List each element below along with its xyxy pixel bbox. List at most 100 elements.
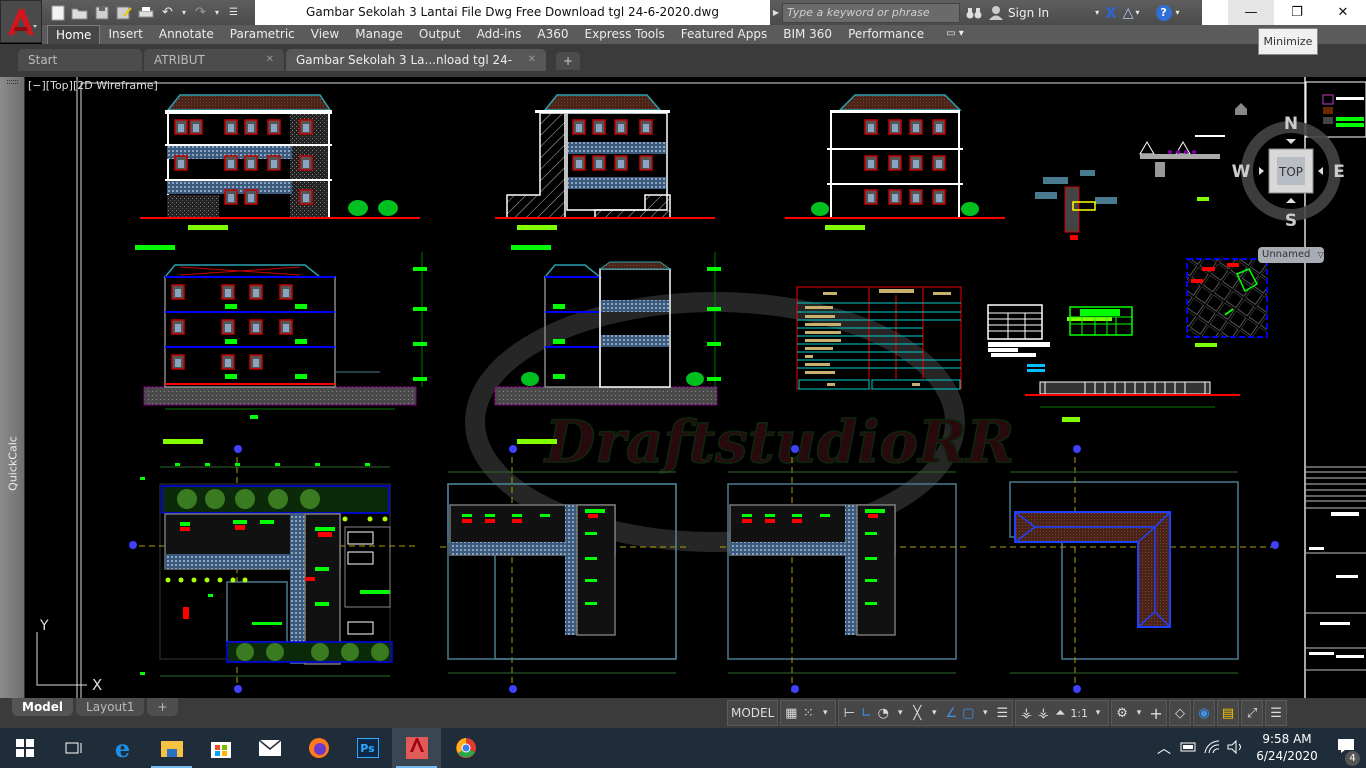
search-input[interactable] bbox=[782, 2, 960, 23]
annotation-monitor-icon[interactable]: + bbox=[1149, 703, 1163, 723]
help-icon[interactable]: ? bbox=[1155, 4, 1172, 21]
snap-dropdown-icon[interactable]: ▾ bbox=[818, 703, 832, 723]
customize-qat-icon[interactable]: ☰ bbox=[224, 3, 243, 22]
tab-insert[interactable]: Insert bbox=[100, 25, 150, 44]
photoshop-app[interactable]: Ps bbox=[343, 728, 392, 768]
minimize-button[interactable]: — bbox=[1228, 0, 1274, 25]
open-icon[interactable] bbox=[70, 3, 89, 22]
close-tab-icon[interactable]: ✕ bbox=[266, 49, 274, 71]
clean-screen-button[interactable]: ⤢ bbox=[1241, 700, 1264, 726]
polar-icon[interactable]: ◔ bbox=[876, 703, 890, 723]
chrome-app[interactable] bbox=[441, 728, 490, 768]
save-icon[interactable] bbox=[92, 3, 111, 22]
ortho-icon[interactable]: ∟ bbox=[859, 703, 873, 723]
customization-button[interactable]: ☰ bbox=[1265, 700, 1288, 726]
isolate-objects-button[interactable]: ◇ bbox=[1169, 700, 1192, 726]
tab-performance[interactable]: Performance bbox=[840, 25, 932, 44]
close-tab-icon[interactable]: ✕ bbox=[528, 49, 536, 71]
tab-featured-apps[interactable]: Featured Apps bbox=[673, 25, 775, 44]
undo-icon[interactable]: ↶ bbox=[158, 3, 177, 22]
a360-icon[interactable]: △ bbox=[1123, 5, 1134, 21]
task-view-button[interactable] bbox=[49, 728, 98, 768]
redo-icon[interactable]: ↷ bbox=[191, 3, 210, 22]
binoculars-icon[interactable] bbox=[966, 6, 982, 20]
object-snap-icon[interactable]: ▢ bbox=[961, 703, 975, 723]
application-menu-button[interactable] bbox=[0, 0, 42, 43]
hardware-acceleration-button[interactable]: ◉ bbox=[1193, 700, 1216, 726]
add-layout-button[interactable]: + bbox=[147, 698, 178, 716]
grid-icon[interactable]: ▦ bbox=[784, 703, 798, 723]
tab-view[interactable]: View bbox=[303, 25, 347, 44]
wifi-icon[interactable] bbox=[1200, 739, 1224, 757]
grid-snap-group: ▦ ⁙ ▾ bbox=[780, 700, 837, 726]
infer-constraints-icon[interactable]: ⊢ bbox=[842, 703, 856, 723]
mail-app[interactable] bbox=[245, 728, 294, 768]
workspace-dropdown-icon[interactable]: ▾ bbox=[1132, 703, 1146, 723]
tab-bim-360[interactable]: BIM 360 bbox=[775, 25, 840, 44]
isodraft-icon[interactable]: ╳ bbox=[910, 703, 924, 723]
new-tab-button[interactable]: + bbox=[556, 52, 580, 70]
model-space-button[interactable]: MODEL bbox=[727, 700, 779, 726]
tab-a360[interactable]: A360 bbox=[529, 25, 576, 44]
autocad-app[interactable] bbox=[392, 728, 441, 768]
tab-home[interactable]: Home bbox=[47, 25, 101, 44]
restore-button[interactable]: ❐ bbox=[1274, 0, 1320, 25]
a360-dropdown-icon[interactable]: ▾ bbox=[1136, 8, 1140, 17]
file-tab-current[interactable]: Gambar Sekolah 3 La...nload tgl 24-6-202… bbox=[286, 49, 546, 89]
annotation-scale-value[interactable]: 1:1 bbox=[1070, 703, 1088, 723]
firefox-app[interactable] bbox=[294, 728, 343, 768]
store-app[interactable] bbox=[196, 728, 245, 768]
viewcube-face-label: TOP bbox=[1278, 165, 1303, 179]
gear-icon[interactable]: ⚙ bbox=[1115, 703, 1129, 723]
search-expand-icon[interactable]: ▶ bbox=[770, 0, 782, 25]
new-icon[interactable] bbox=[48, 3, 67, 22]
sign-in-dropdown-icon[interactable]: ▾ bbox=[1095, 8, 1099, 17]
osnap-dropdown-icon[interactable]: ▾ bbox=[978, 703, 992, 723]
show-hidden-icons-chevron[interactable]: ︿ bbox=[1152, 738, 1176, 758]
viewport-controls[interactable]: [−][Top][2D Wireframe] bbox=[28, 79, 158, 92]
ribbon-minimize-button[interactable]: ▭ ▾ bbox=[946, 25, 970, 44]
edge-app[interactable]: e bbox=[98, 728, 147, 768]
clock[interactable]: 9:58 AM 6/24/2020 bbox=[1248, 731, 1326, 765]
file-tab-atribut[interactable]: ATRIBUT ✕ bbox=[144, 49, 284, 71]
volume-icon[interactable] bbox=[1224, 739, 1248, 757]
quick-properties-button[interactable]: ▤ bbox=[1217, 700, 1240, 726]
lineweight-icon[interactable]: ☰ bbox=[995, 703, 1009, 723]
auto-scale-icon[interactable]: ⚶ bbox=[1036, 703, 1050, 723]
undo-dropdown-icon[interactable]: ▾ bbox=[180, 3, 188, 22]
home-icon bbox=[1235, 103, 1247, 115]
annotation-scale-dropdown-icon[interactable]: ▾ bbox=[1091, 703, 1105, 723]
tab-parametric[interactable]: Parametric bbox=[222, 25, 303, 44]
snap-icon[interactable]: ⁙ bbox=[801, 703, 815, 723]
redo-dropdown-icon[interactable]: ▾ bbox=[213, 3, 221, 22]
user-icon[interactable] bbox=[988, 5, 1004, 21]
action-center-button[interactable]: 4 bbox=[1326, 738, 1366, 766]
infocenter: ▶ Sign In ▾ X △ ▾ ? ▾ bbox=[770, 0, 1202, 25]
tab-express-tools[interactable]: Express Tools bbox=[577, 25, 673, 44]
close-button[interactable]: ✕ bbox=[1320, 0, 1366, 25]
sign-in-link[interactable]: Sign In bbox=[1008, 6, 1049, 20]
plot-icon[interactable] bbox=[136, 3, 155, 22]
exchange-icon[interactable]: X bbox=[1105, 4, 1117, 22]
tab-output[interactable]: Output bbox=[411, 25, 469, 44]
file-explorer-app[interactable] bbox=[147, 728, 196, 768]
object-snap-tracking-icon[interactable]: ∠ bbox=[944, 703, 958, 723]
panel-grip-icon[interactable] bbox=[7, 80, 18, 84]
battery-icon[interactable] bbox=[1176, 741, 1200, 755]
start-button[interactable] bbox=[0, 728, 49, 768]
tab-model[interactable]: Model bbox=[12, 698, 74, 716]
help-dropdown-icon[interactable]: ▾ bbox=[1176, 8, 1180, 17]
polar-dropdown-icon[interactable]: ▾ bbox=[893, 703, 907, 723]
tab-layout1[interactable]: Layout1 bbox=[76, 698, 145, 716]
tab-annotate[interactable]: Annotate bbox=[151, 25, 222, 44]
file-tab-start[interactable]: Start bbox=[18, 49, 142, 71]
tab-add-ins[interactable]: Add-ins bbox=[469, 25, 530, 44]
isodraft-dropdown-icon[interactable]: ▾ bbox=[927, 703, 941, 723]
ucs-menu[interactable]: Unnamed ▽ bbox=[1258, 247, 1324, 263]
save-as-icon[interactable] bbox=[114, 3, 133, 22]
tab-manage[interactable]: Manage bbox=[347, 25, 411, 44]
annotation-visibility-icon[interactable]: ⚶ bbox=[1019, 703, 1033, 723]
quickcalc-panel[interactable]: QuickCalc bbox=[0, 77, 25, 698]
annotation-scale-icon[interactable]: ⏶ bbox=[1053, 703, 1067, 723]
drawing-canvas[interactable]: [−][Top][2D Wireframe] DraftstudioRR Y X… bbox=[25, 77, 1366, 698]
